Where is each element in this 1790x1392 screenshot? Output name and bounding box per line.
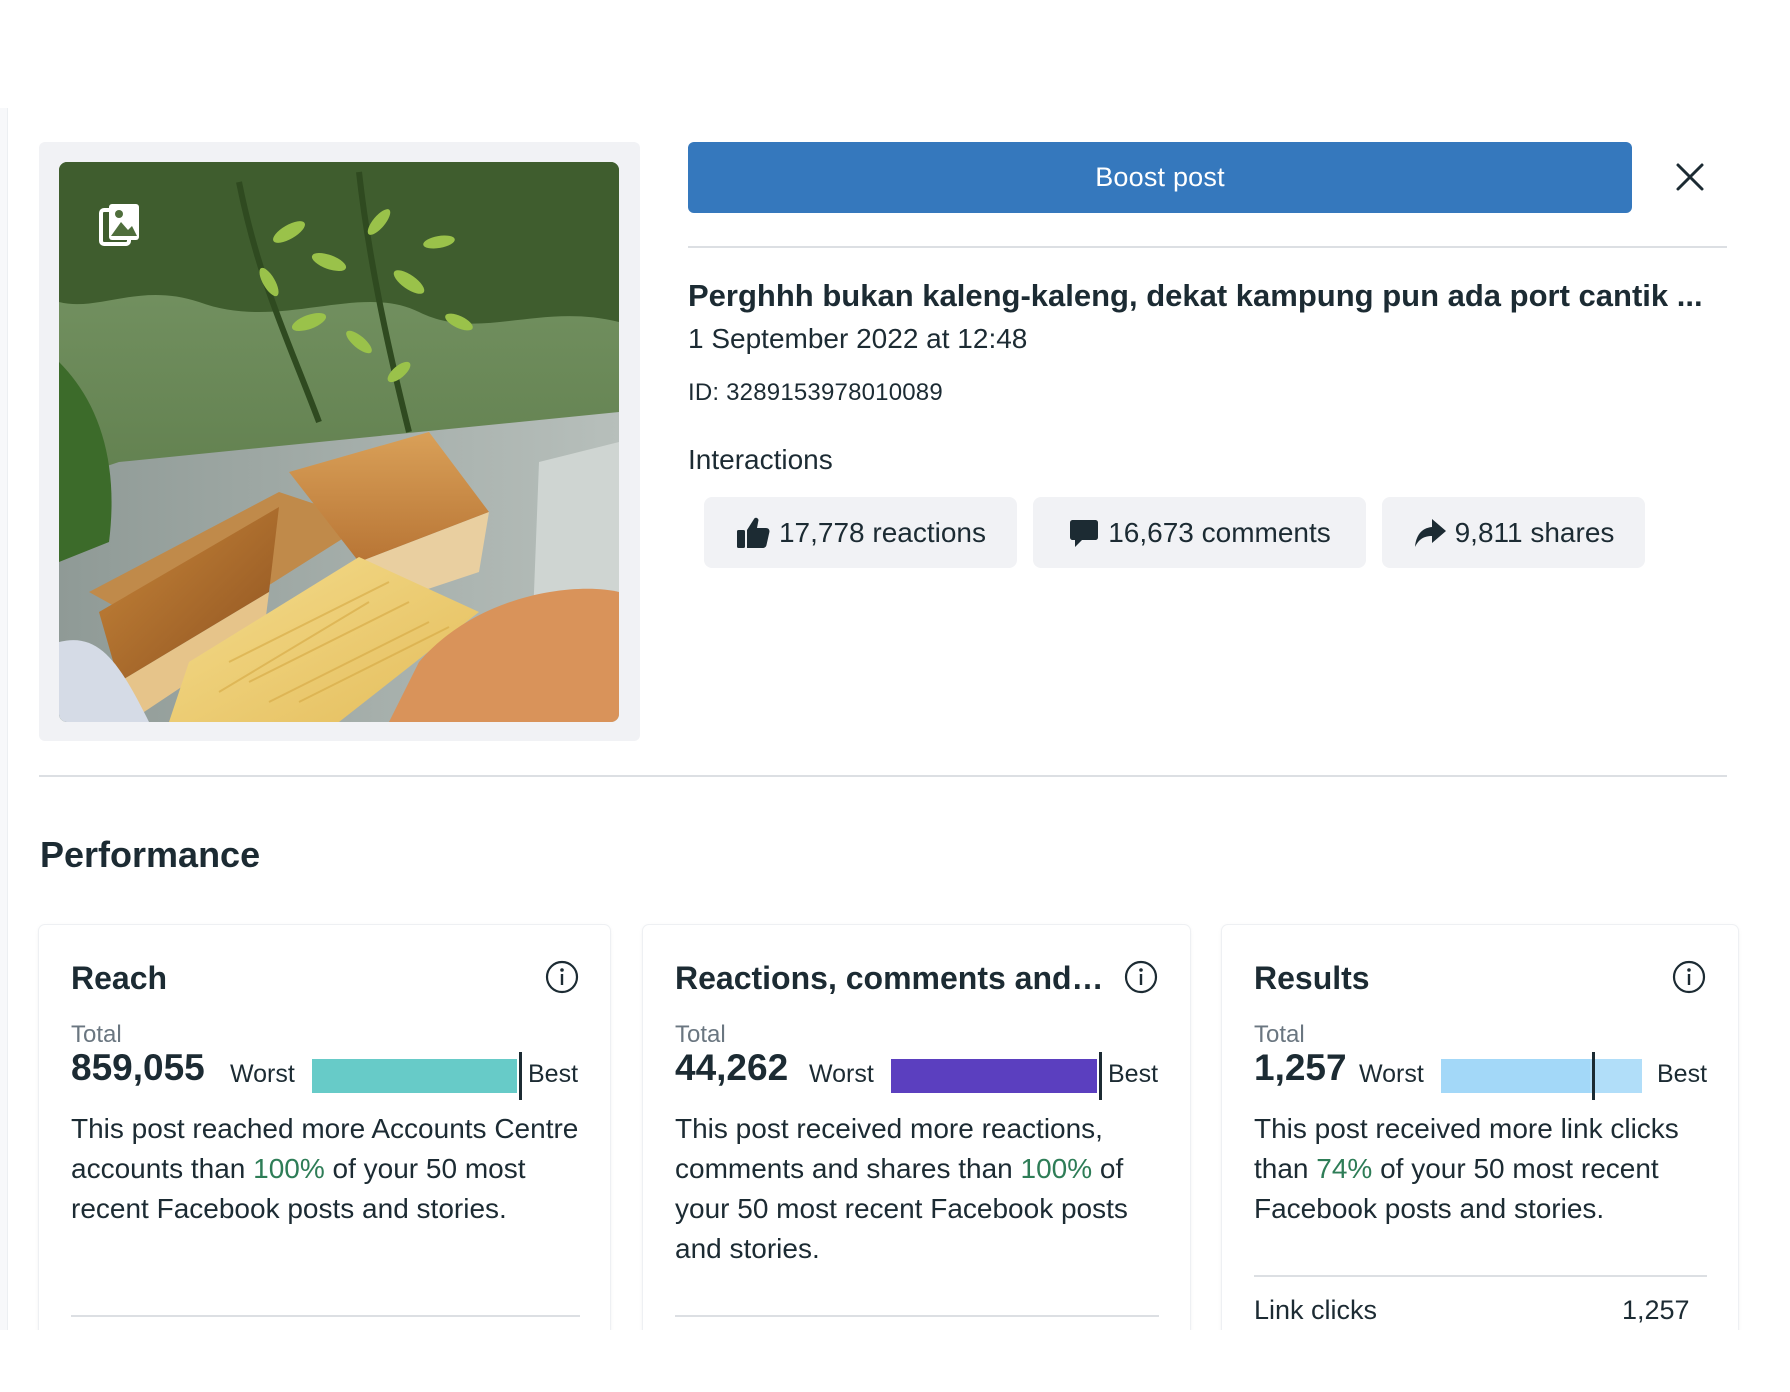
total-value: 44,262 — [675, 1047, 789, 1088]
post-id: ID: 3289153978010089 — [688, 379, 943, 406]
post-photo[interactable] — [59, 162, 619, 722]
post-date: 1 September 2022 at 12:48 — [688, 323, 1028, 354]
total-label: Total — [675, 1021, 726, 1048]
comment-icon — [1070, 519, 1099, 547]
card-divider — [675, 1315, 1159, 1317]
shares-chip[interactable]: 9,811 shares — [1382, 497, 1645, 568]
card-divider — [1254, 1275, 1707, 1277]
card-divider — [71, 1315, 580, 1317]
bar-marker — [519, 1052, 522, 1100]
section-divider — [39, 775, 1727, 777]
worst-label: Worst — [1359, 1060, 1424, 1088]
card-description: This post reached more Accounts Centre a… — [71, 1109, 591, 1229]
link-clicks-label: Link clicks — [1254, 1295, 1378, 1325]
post-media-panel — [39, 142, 640, 741]
total-label: Total — [1254, 1021, 1305, 1048]
card-title: Reactions, comments and shares — [675, 960, 1107, 996]
reactions-comments-shares-card: Reactions, comments and shares Total 44,… — [643, 925, 1190, 1330]
bar-fill — [1441, 1059, 1590, 1093]
percentile-bar — [1441, 1052, 1642, 1100]
desc-percent: 100% — [1020, 1153, 1093, 1184]
total-value: 1,257 — [1254, 1047, 1347, 1088]
boost-post-button[interactable]: Boost post — [688, 142, 1632, 213]
post-insights-panel: Boost post Perghhh bukan kaleng-kaleng, … — [0, 108, 1790, 1330]
card-title: Reach — [71, 960, 168, 996]
left-edge-divider — [0, 108, 8, 1330]
photo-album-icon — [95, 200, 145, 250]
share-icon — [1414, 518, 1446, 547]
link-clicks-value: 1,257 — [1622, 1295, 1690, 1325]
post-title: Perghhh bukan kaleng-kaleng, dekat kampu… — [688, 278, 1703, 313]
results-card: Results Total 1,257 Worst Best This post… — [1222, 925, 1738, 1330]
thumbs-up-icon — [736, 517, 770, 548]
percentile-bar — [312, 1052, 522, 1100]
worst-label: Worst — [809, 1060, 874, 1088]
performance-heading: Performance — [40, 834, 261, 875]
best-label: Best — [1657, 1060, 1708, 1088]
best-label: Best — [528, 1060, 579, 1088]
bar-remainder — [1590, 1059, 1642, 1093]
card-description: This post received more reactions, comme… — [675, 1109, 1165, 1269]
desc-percent: 74% — [1316, 1153, 1373, 1184]
reactions-chip[interactable]: 17,778 reactions — [704, 497, 1017, 568]
interactions-heading: Interactions — [688, 444, 833, 475]
reach-card: Reach Total 859,055 Worst Best This post… — [39, 925, 610, 1330]
best-label: Best — [1108, 1060, 1159, 1088]
card-title: Results — [1254, 960, 1370, 996]
total-label: Total — [71, 1021, 122, 1048]
bar-marker — [1099, 1052, 1102, 1100]
desc-percent: 100% — [253, 1153, 325, 1184]
comments-count: 16,673 comments — [1108, 516, 1331, 548]
info-icon[interactable] — [1124, 960, 1158, 994]
info-icon[interactable] — [545, 960, 579, 994]
close-icon[interactable] — [1668, 150, 1712, 204]
bar-fill — [312, 1059, 517, 1093]
worst-label: Worst — [230, 1060, 295, 1088]
comments-chip[interactable]: 16,673 comments — [1033, 497, 1366, 568]
total-value: 859,055 — [71, 1047, 205, 1088]
percentile-bar — [891, 1052, 1102, 1100]
card-description: This post received more link clicks than… — [1254, 1109, 1714, 1229]
info-icon[interactable] — [1672, 960, 1706, 994]
header-divider — [688, 246, 1727, 248]
bar-fill — [891, 1059, 1097, 1093]
reactions-count: 17,778 reactions — [778, 516, 987, 548]
bar-marker — [1592, 1052, 1595, 1100]
shares-count: 9,811 shares — [1454, 516, 1615, 548]
